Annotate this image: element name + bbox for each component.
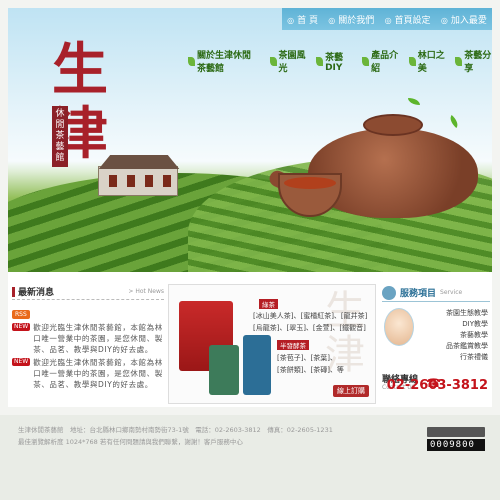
nav-diy[interactable]: 茶藝DIY	[316, 48, 352, 74]
news-item[interactable]: NEW 歡迎光臨生津休閒茶藝館，本館為林口唯一營業中的茶園，是您休閒、製茶、品茗…	[12, 357, 164, 390]
news-item[interactable]: NEW 歡迎光臨生津休閒茶藝館，本館為林口唯一營業中的茶園，是您休閒、製茶、品茗…	[12, 322, 164, 355]
falling-leaf-icon	[408, 98, 420, 105]
footer-note: 最佳瀏覽解析度 1024*768 若有任何問題請與我們聯繫，謝謝！客戶服務中心	[18, 438, 243, 446]
main-nav: 關於生津休閒茶藝館 茶園風光 茶藝DIY 產品介紹 林口之美 茶藝分享	[188, 48, 492, 74]
news-item-text: 歡迎光臨生津休閒茶藝館，本館為林口唯一營業中的茶園，是您休閒、製茶、品茗、教學與…	[33, 358, 163, 389]
site-footer: 生津休閒茶藝館 地址：台北縣林口鄉南勢村南勢街73-1號 電話：02-2603-…	[0, 415, 500, 500]
new-badge: NEW	[12, 358, 31, 366]
leaf-icon	[455, 56, 463, 66]
order-button[interactable]: 線上訂購	[333, 385, 369, 397]
top-utility-bar: ◎ 首 頁 ◎ 關於我們 ◎ 首頁設定 ◎ 加入最愛	[282, 8, 492, 30]
hero-banner: ◎ 首 頁 ◎ 關於我們 ◎ 首頁設定 ◎ 加入最愛 關於生津休閒茶藝館 茶園風光 茶藝…	[8, 8, 492, 272]
content-panel: 最新消息 > Hot News RSS NEW 歡迎光臨生津休閒茶藝館，本館為林…	[8, 272, 492, 407]
topbar-home[interactable]: ◎ 首 頁	[287, 13, 318, 26]
service-item[interactable]: 品茶鑑賞教學	[414, 341, 488, 352]
house-icon: ◎	[384, 15, 392, 25]
service-item[interactable]: 茶園生態教學	[414, 308, 488, 319]
leaf-icon	[362, 56, 370, 66]
news-header: 最新消息 > Hot News	[12, 284, 164, 300]
product-line: [茶苞子]、[茶葉]、	[277, 354, 337, 362]
leaf-icon	[269, 56, 277, 66]
footer-address: 生津休閒茶藝館 地址：台北縣林口鄉南勢村南勢街73-1號 電話：02-2603-…	[18, 426, 333, 434]
counter-value: 0009800	[427, 439, 485, 451]
tea-box-image	[243, 335, 271, 395]
visit-counter: 0009800	[427, 427, 485, 451]
tea-tin-image	[209, 345, 239, 395]
star-icon: ◎	[440, 15, 448, 25]
category-tag: 綠茶	[259, 299, 278, 309]
nav-linkou[interactable]: 林口之美	[408, 48, 446, 74]
news-item-text: 歡迎光臨生津休閒茶藝館，本館為林口唯一營業中的茶園，是您休閒、製茶、品茗、教學與…	[33, 323, 163, 354]
info-icon: ◎	[328, 15, 336, 25]
page-frame: ◎ 首 頁 ◎ 關於我們 ◎ 首頁設定 ◎ 加入最愛 關於生津休閒茶藝館 茶園風光 茶藝…	[0, 0, 500, 500]
nav-about[interactable]: 關於生津休閒茶藝館	[188, 48, 260, 74]
leaf-icon	[188, 56, 195, 66]
topbar-bookmark[interactable]: ◎ 加入最愛	[441, 13, 487, 26]
product-line: [烏龍茶]、[翠玉]、[金萱]、[鐵觀音]	[253, 324, 366, 332]
service-section: 服務項目 Service 茶園生態教學 DIY教學 茶藝教學 品茶鑑賞教學 行茶…	[382, 284, 490, 404]
staff-avatar	[384, 308, 414, 346]
news-more-link[interactable]: > Hot News	[128, 288, 164, 295]
news-section: 最新消息 > Hot News RSS NEW 歡迎光臨生津休閒茶藝館，本館為林…	[12, 284, 164, 404]
brand-seal: 休閒茶藝館	[52, 106, 68, 167]
teahouse-image	[98, 155, 180, 196]
service-subtitle: Service	[440, 289, 463, 296]
leaf-icon	[408, 56, 416, 66]
nav-share[interactable]: 茶藝分享	[455, 48, 492, 74]
nav-garden[interactable]: 茶園風光	[269, 48, 307, 74]
falling-leaf-icon	[447, 114, 461, 129]
service-item[interactable]: DIY教學	[414, 319, 488, 330]
home-icon: ◎	[287, 15, 295, 25]
phone-number: 02-2603-3812	[386, 378, 488, 393]
topbar-about[interactable]: ◎ 關於我們	[328, 13, 374, 26]
product-line: [冰山美人茶]、[蜜橘紅茶]、[龍井茶]	[253, 312, 368, 320]
product-showcase[interactable]: 生津 綠茶 [冰山美人茶]、[蜜橘紅茶]、[龍井茶] [烏龍茶]、[翠玉]、[金…	[168, 284, 376, 404]
news-title: 最新消息	[12, 285, 54, 298]
rss-badge[interactable]: RSS	[12, 310, 30, 319]
leaf-icon	[316, 56, 324, 66]
service-icon	[382, 285, 396, 300]
service-title: 服務項目	[400, 289, 437, 299]
service-header: 服務項目 Service	[382, 284, 490, 302]
service-item[interactable]: 茶藝教學	[414, 330, 488, 341]
service-list: 茶園生態教學 DIY教學 茶藝教學 品茶鑑賞教學 行茶禮儀	[414, 308, 488, 363]
nav-products[interactable]: 產品介紹	[362, 48, 399, 74]
topbar-set-home[interactable]: ◎ 首頁設定	[385, 13, 431, 26]
product-line: [茶餅類]、[茶磚]、等	[277, 366, 344, 374]
new-badge: NEW	[12, 323, 31, 331]
service-item[interactable]: 行茶禮儀	[414, 352, 488, 363]
category-tag: 半發酵茶	[277, 340, 309, 350]
